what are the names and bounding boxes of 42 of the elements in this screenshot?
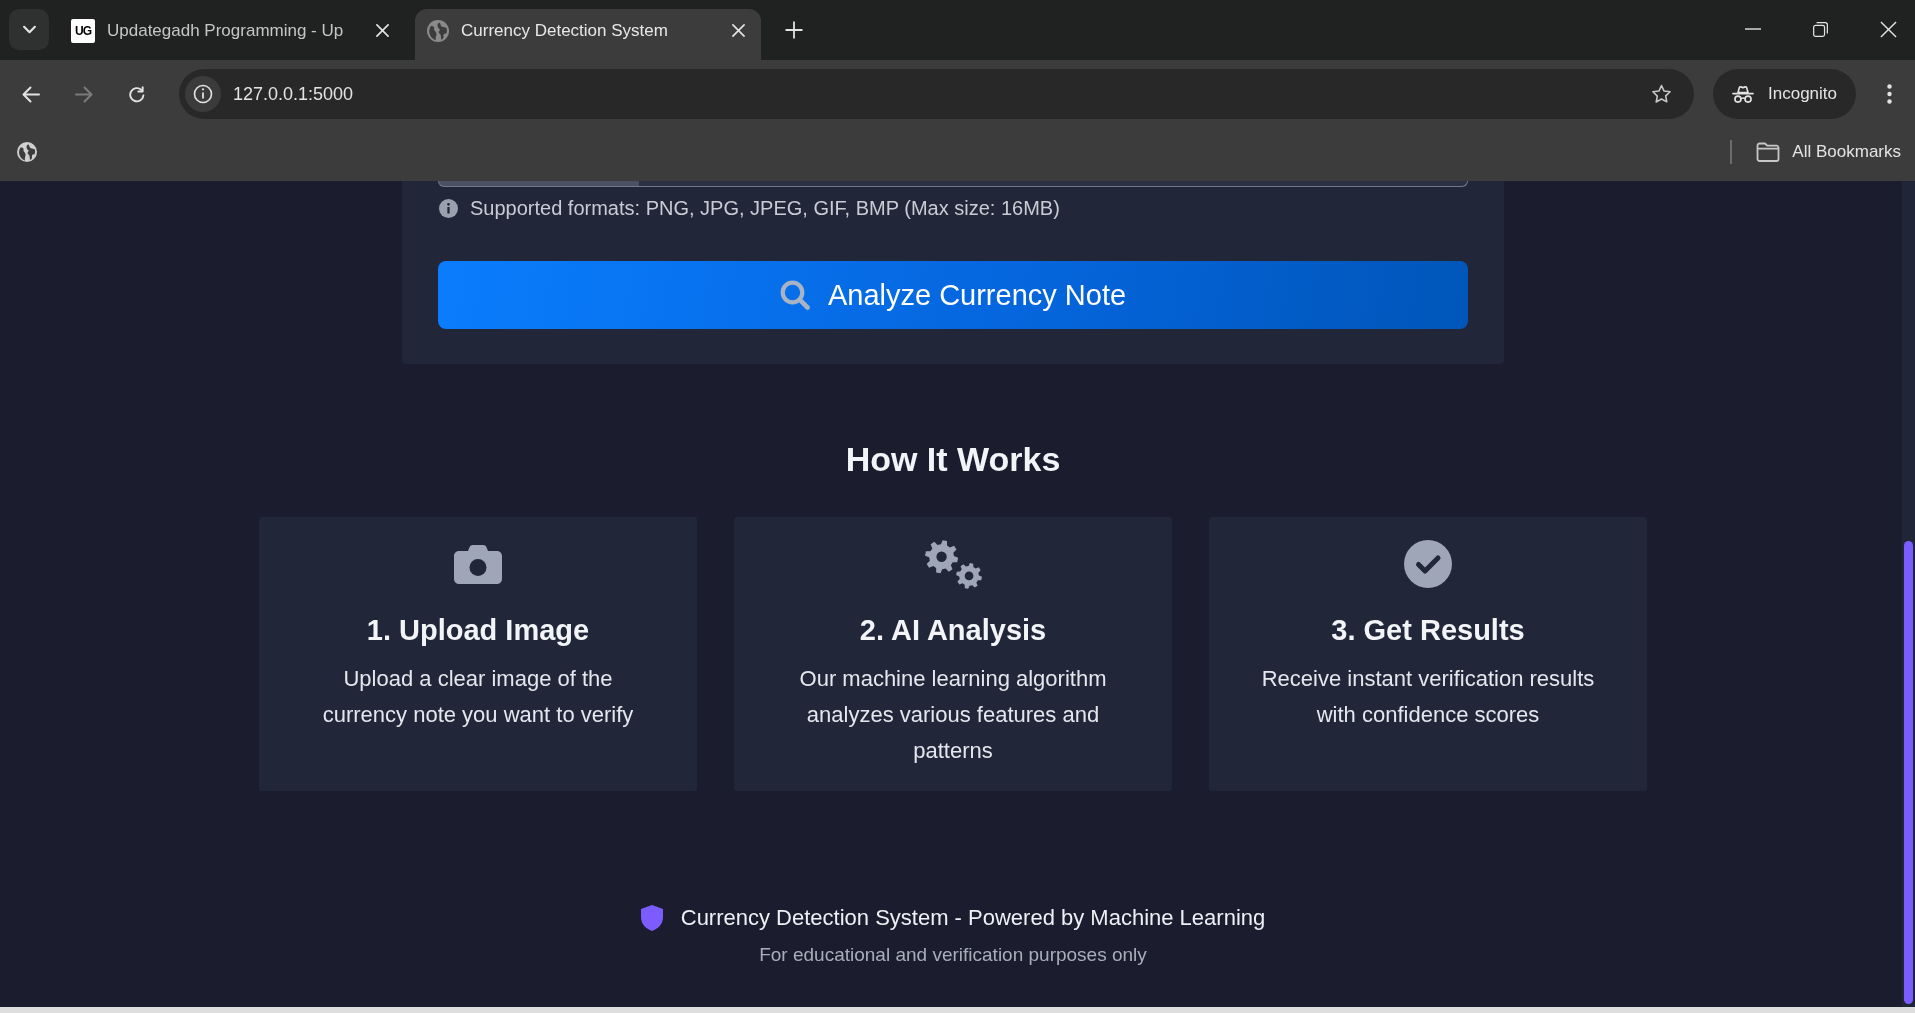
info-icon: [439, 198, 458, 218]
browser-tab[interactable]: UG Updategadh Programming - Up: [59, 9, 405, 60]
camera-icon: [454, 544, 502, 584]
close-tab-icon[interactable]: [376, 24, 389, 37]
analyze-button[interactable]: Analyze Currency Note: [438, 261, 1468, 329]
address-field[interactable]: 127.0.0.1:5000: [179, 69, 1694, 119]
file-input-field[interactable]: [438, 181, 1468, 187]
site-logo: UG: [71, 18, 95, 43]
plus-icon[interactable]: [785, 21, 803, 39]
scrollbar-thumb[interactable]: [1904, 541, 1913, 1004]
step-description: Our machine learning algorithm analyzes various features and patterns: [798, 665, 1108, 765]
formats-hint: Supported formats: PNG, JPG, JPEG, GIF, BMP (Max size: 16MB): [470, 196, 1060, 220]
tab-list-button[interactable]: [9, 9, 49, 50]
folder-icon: [1756, 141, 1781, 162]
footer-title: Currency Detection System - Powered by Machine Learning: [680, 904, 1266, 932]
restore-icon[interactable]: [1813, 21, 1828, 37]
shield-icon: [640, 905, 663, 931]
incognito-button[interactable]: Incognito: [1713, 69, 1856, 119]
footer-note: For educational and verification purposes only: [759, 943, 1147, 967]
browser-tab[interactable]: Currency Detection System: [415, 9, 761, 60]
step-title: 1. Upload Image: [366, 613, 590, 648]
check-circle-icon: [1404, 540, 1452, 588]
globe-icon[interactable]: [17, 141, 37, 162]
back-arrow-icon[interactable]: [22, 85, 40, 103]
all-bookmarks-button[interactable]: All Bookmarks: [1756, 141, 1901, 162]
hat-glasses-icon: [1732, 84, 1754, 104]
info-icon[interactable]: [185, 76, 221, 112]
search-icon: [779, 280, 810, 310]
star-icon[interactable]: [1651, 84, 1672, 104]
step-title: 3. Get Results: [1331, 613, 1525, 648]
reload-icon[interactable]: [128, 85, 146, 103]
step-title: 2. AI Analysis: [859, 613, 1047, 648]
globe-icon: [427, 19, 449, 42]
chevron-down-icon: [21, 25, 37, 34]
step-description: Upload a clear image of the currency note you want to verify: [321, 665, 635, 729]
gears-icon: [924, 539, 982, 589]
menu-icon[interactable]: [1887, 84, 1892, 104]
step-description: Receive instant verification results with confidence scores: [1260, 665, 1596, 729]
close-tab-icon[interactable]: [732, 24, 745, 37]
close-icon[interactable]: [1880, 20, 1897, 38]
section-heading: How It Works: [845, 440, 1061, 478]
scrollbar-track[interactable]: [1902, 181, 1915, 1007]
